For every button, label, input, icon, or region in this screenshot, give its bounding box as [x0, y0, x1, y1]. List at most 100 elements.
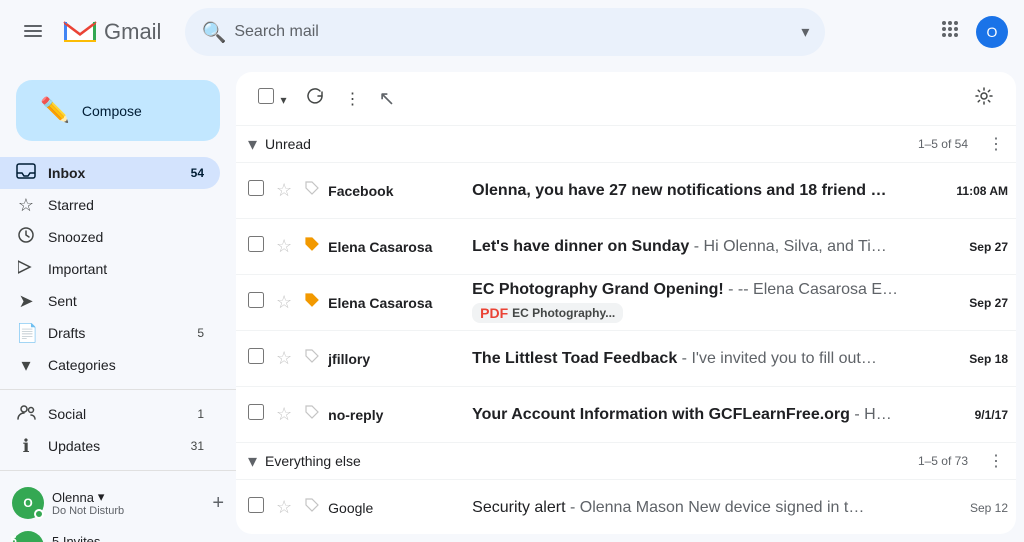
email-body-3: EC Photography Grand Opening! - -- Elena…: [472, 281, 940, 299]
tag-button-4[interactable]: [300, 344, 324, 373]
inbox-label: Inbox: [48, 165, 172, 181]
email-time-4: Sep 18: [944, 352, 1008, 366]
topbar: Gmail 🔍 ▾ O: [0, 0, 1024, 64]
email-body-6: Security alert - Olenna Mason New device…: [472, 499, 940, 517]
select-dropdown-icon[interactable]: ▾: [280, 93, 286, 107]
updates-label: Updates: [48, 438, 172, 454]
unread-section-header[interactable]: ▾ Unread 1–5 of 54 ⋮: [236, 126, 1016, 163]
sender-name-5: no-reply: [328, 407, 468, 423]
sidebar-item-starred[interactable]: ☆ Starred: [0, 189, 220, 221]
compose-button[interactable]: ✏️ Compose: [16, 80, 220, 141]
inbox-badge: 54: [184, 166, 204, 180]
email-subject-2: Let's have dinner on Sunday: [472, 238, 689, 255]
tag-icon-5: [304, 407, 320, 424]
email-row[interactable]: ☆ Elena Casarosa EC Photography Grand Op…: [236, 275, 1016, 331]
email-body-1: Olenna, you have 27 new notifications an…: [472, 182, 940, 200]
everything-else-title: Everything else: [265, 453, 910, 469]
apps-button[interactable]: [932, 11, 968, 53]
invites-section[interactable]: 5 Invites 5 Invites William Lintott, aak…: [8, 527, 228, 542]
email-checkbox-1[interactable]: [248, 180, 264, 196]
email-check-6: [244, 493, 268, 522]
dnd-badge: [34, 509, 44, 519]
sidebar-item-updates[interactable]: ℹ Updates 31: [0, 430, 220, 462]
pdf-icon: PDF: [480, 305, 508, 321]
star-button-5[interactable]: ☆: [272, 400, 296, 429]
email-checkbox-2[interactable]: [248, 236, 264, 252]
email-time-1: 11:08 AM: [944, 184, 1008, 198]
unread-count: 1–5 of 54: [918, 137, 968, 151]
drafts-label: Drafts: [48, 325, 172, 341]
email-check-4: [244, 344, 268, 373]
email-scroll: ▾ Unread 1–5 of 54 ⋮ ☆ Faceb: [236, 126, 1016, 534]
sidebar-item-important[interactable]: Important: [0, 253, 220, 285]
email-subject-3: EC Photography Grand Opening!: [472, 281, 724, 298]
star-button-2[interactable]: ☆: [272, 232, 296, 261]
email-body-2: Let's have dinner on Sunday - Hi Olenna,…: [472, 238, 940, 256]
social-icon: [16, 402, 36, 427]
user-status: Do Not Disturb: [52, 505, 204, 517]
email-checkbox-4[interactable]: [248, 348, 264, 364]
search-input[interactable]: [226, 23, 793, 41]
email-checkbox-6[interactable]: [248, 497, 264, 513]
sender-name-6: Google: [328, 500, 468, 516]
star-button-4[interactable]: ☆: [272, 344, 296, 373]
social-badge: 1: [184, 407, 204, 421]
updates-icon: ℹ: [16, 436, 36, 457]
everything-else-section-header[interactable]: ▾ Everything else 1–5 of 73 ⋮: [236, 443, 1016, 480]
email-checkbox-5[interactable]: [248, 404, 264, 420]
attachment-name: EC Photography...: [512, 306, 615, 320]
select-all-button[interactable]: ▾: [252, 82, 292, 115]
tag-button-6[interactable]: [300, 493, 324, 522]
invites-label: 5 Invites: [52, 534, 204, 542]
star-button-6[interactable]: ☆: [272, 493, 296, 522]
email-list: ▾ ⋮ ↖ ▾ Unread 1–5 of 54: [236, 72, 1016, 534]
categories-icon: ▾: [16, 355, 36, 376]
starred-label: Starred: [48, 197, 204, 213]
sent-icon: ➤: [16, 291, 36, 312]
email-check-3: [244, 288, 268, 317]
avatar[interactable]: O: [976, 16, 1008, 48]
tag-button-5[interactable]: [300, 400, 324, 429]
email-preview-6: - Olenna Mason New device signed in t…: [570, 499, 864, 516]
attachment-chip-3: PDF EC Photography...: [472, 303, 623, 323]
email-row[interactable]: ☆ jfillory The Littlest Toad Feedback - …: [236, 331, 1016, 387]
unread-more-button[interactable]: ⋮: [984, 130, 1008, 158]
email-time-6: Sep 12: [944, 501, 1008, 515]
important-label: Important: [48, 261, 204, 277]
email-checkbox-3[interactable]: [248, 292, 264, 308]
user-info[interactable]: O Olenna ▾ Do Not Disturb +: [8, 483, 228, 523]
unread-title: Unread: [265, 136, 910, 152]
social-label: Social: [48, 406, 172, 422]
star-button-3[interactable]: ☆: [272, 288, 296, 317]
search-dropdown-icon[interactable]: ▾: [801, 22, 809, 42]
updates-badge: 31: [184, 439, 204, 453]
menu-button[interactable]: [16, 17, 50, 48]
select-all-checkbox[interactable]: [258, 88, 274, 104]
tag-button-3[interactable]: [300, 288, 324, 317]
sidebar-item-drafts[interactable]: 📄 Drafts 5: [0, 317, 220, 349]
sidebar-item-sent[interactable]: ➤ Sent: [0, 285, 220, 317]
tag-icon-2: [304, 239, 320, 256]
everything-else-more-button[interactable]: ⋮: [984, 447, 1008, 475]
cursor-indicator: ↖: [378, 86, 395, 111]
settings-button[interactable]: [968, 80, 1000, 117]
tag-button-2[interactable]: [300, 232, 324, 261]
tag-icon-4: [304, 351, 320, 368]
email-row[interactable]: ☆ Elena Casarosa Let's have dinner on Su…: [236, 219, 1016, 275]
sidebar-item-categories[interactable]: ▾ Categories: [0, 349, 220, 381]
categories-label: Categories: [48, 357, 204, 373]
more-options-button[interactable]: ⋮: [338, 83, 366, 115]
add-account-button[interactable]: +: [212, 492, 224, 515]
refresh-button[interactable]: [300, 81, 330, 116]
email-preview-3: - -- Elena Casarosa E…: [728, 281, 898, 298]
tag-button-1[interactable]: [300, 176, 324, 205]
email-row[interactable]: ☆ Facebook Olenna, you have 27 new notif…: [236, 163, 1016, 219]
sidebar-item-snoozed[interactable]: Snoozed: [0, 221, 220, 253]
star-button-1[interactable]: ☆: [272, 176, 296, 205]
sidebar-item-inbox[interactable]: Inbox 54: [0, 157, 220, 189]
email-row[interactable]: ☆ Google Security alert - Olenna Mason N…: [236, 480, 1016, 534]
sidebar-item-social[interactable]: Social 1: [0, 398, 220, 430]
nav-section: Inbox 54 ☆ Starred Snoozed: [0, 157, 236, 381]
email-row[interactable]: ☆ no-reply Your Account Information with…: [236, 387, 1016, 443]
email-check-2: [244, 232, 268, 261]
